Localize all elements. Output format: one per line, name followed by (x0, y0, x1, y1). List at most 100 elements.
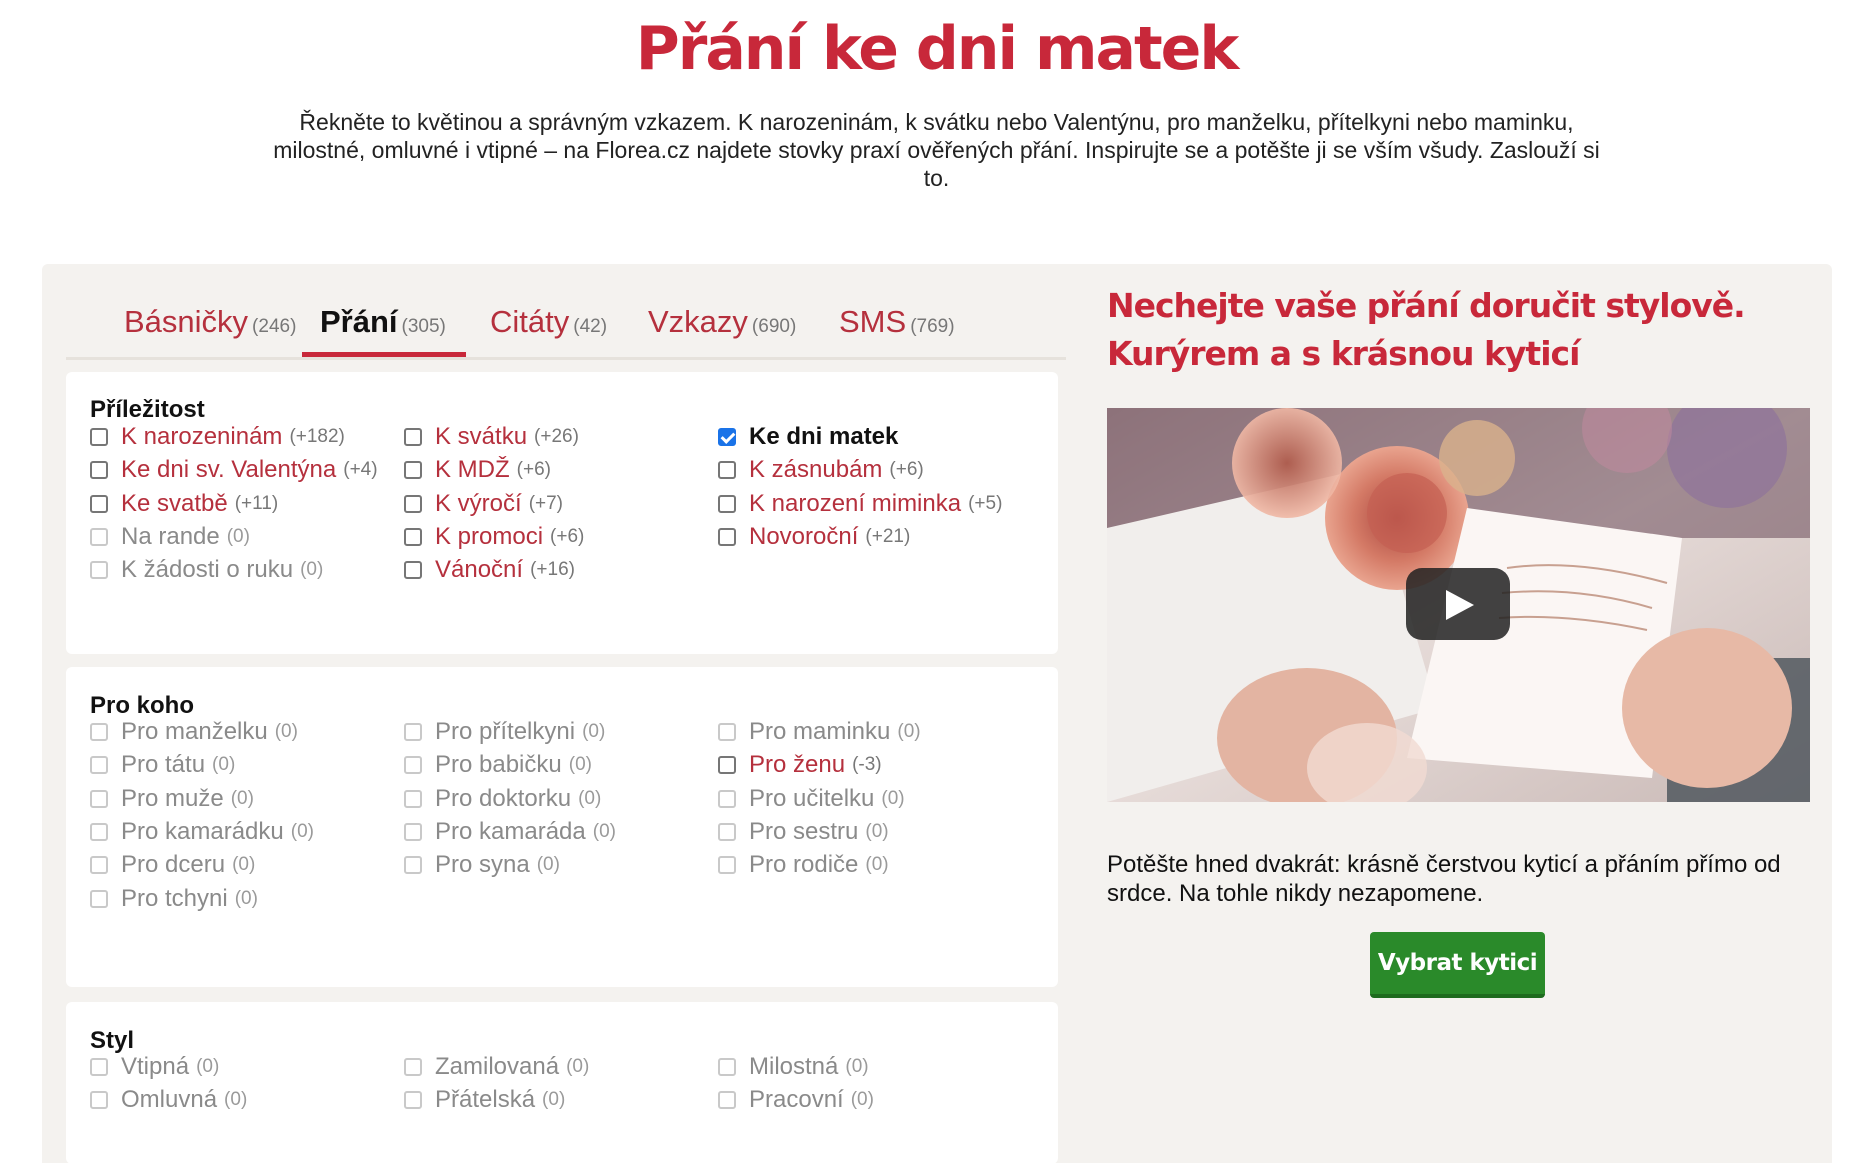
filter-option-label: K výročí (435, 489, 522, 517)
tab-basnicky[interactable]: Básničky (246) (124, 304, 296, 360)
filter-option-recipient: Pro přítelkyni (0) (404, 717, 605, 747)
filter-option-recipient: Pro kamaráda (0) (404, 817, 616, 847)
filter-option-label: Pro babičku (435, 751, 562, 779)
filter-option-occasion[interactable]: Ke dni sv. Valentýna (+4) (90, 455, 378, 485)
video-player[interactable] (1107, 408, 1810, 802)
checkbox[interactable] (718, 494, 736, 513)
filter-option-label: Pro učitelku (749, 784, 875, 812)
filter-option-occasion[interactable]: Ke svatbě (+11) (90, 489, 278, 519)
filter-option-label: Pro syna (435, 851, 530, 879)
filter-option-count: (-3) (852, 754, 882, 776)
checkbox[interactable] (404, 527, 422, 546)
checkbox (90, 527, 108, 546)
tab-label: Básničky (124, 304, 249, 339)
filter-option-occasion[interactable]: K svátku (+26) (404, 422, 579, 452)
checkbox[interactable] (90, 428, 108, 446)
filter-option-style: Zamilovaná (0) (404, 1052, 589, 1082)
filter-option-recipient: Pro doktorku (0) (404, 784, 601, 814)
checkbox[interactable] (718, 527, 736, 546)
filter-title-recipient: Pro koho (90, 692, 195, 719)
filter-option-label: Vtipná (121, 1053, 190, 1080)
tab-count: (42) (573, 316, 608, 337)
filter-option-label: K svátku (435, 423, 528, 450)
choose-bouquet-button[interactable]: Vybrat kytici (1370, 932, 1545, 998)
filter-option-count: (+6) (889, 459, 924, 481)
checkbox (90, 723, 108, 741)
filter-option-occasion: Na rande (0) (90, 522, 250, 552)
checkbox (718, 1091, 736, 1109)
checkbox[interactable] (404, 428, 422, 446)
filter-option-label: Pro maminku (749, 718, 891, 745)
checkbox[interactable] (404, 561, 422, 580)
filter-option-occasion[interactable]: Vánoční (+16) (404, 555, 575, 585)
checkbox[interactable] (404, 494, 422, 513)
checkbox[interactable] (404, 461, 422, 480)
filter-option-occasion[interactable]: Novoroční (+21) (718, 522, 910, 552)
tab-vzkazy[interactable]: Vzkazy (690) (648, 304, 796, 360)
filter-option-occasion[interactable]: K výročí (+7) (404, 489, 563, 519)
checkbox (404, 856, 422, 875)
filter-option-count: (0) (845, 1056, 869, 1077)
filter-option-count: (+7) (528, 492, 564, 514)
filter-option-label: Pro kamaráda (435, 817, 586, 845)
category-tabs: Básničky (246) Přání (305) Citáty (42) Vzka… (66, 264, 1066, 360)
filter-option-count: (0) (578, 787, 602, 809)
filter-option-recipient: Pro kamarádku (0) (90, 817, 314, 847)
filter-option-label: Pro kamarádku (121, 817, 284, 845)
checkbox (90, 1058, 108, 1076)
filter-option-count: (0) (592, 820, 616, 842)
filter-option-count: (0) (212, 754, 236, 776)
filter-option-occasion[interactable]: K promoci (+6) (404, 522, 584, 552)
filter-option-occasion[interactable]: Ke dni matek (718, 422, 898, 452)
checkbox[interactable] (718, 756, 736, 775)
checkbox (718, 822, 736, 841)
filter-option-count: (0) (230, 787, 254, 809)
filter-title-occasion: Příležitost (90, 396, 205, 423)
checkbox (404, 1091, 422, 1109)
filter-option-occasion[interactable]: K MDŽ (+6) (404, 455, 551, 485)
tab-sms[interactable]: SMS (769) (839, 304, 955, 360)
tab-label: Přání (320, 304, 398, 339)
filter-option-label: Pro doktorku (435, 784, 572, 812)
filter-option-recipient: Pro manželku (0) (90, 717, 298, 747)
checkbox[interactable] (718, 461, 736, 480)
filter-option-count: (0) (582, 721, 606, 742)
checkbox (90, 1091, 108, 1109)
filter-option-count: (0) (566, 1056, 590, 1077)
filter-option-count: (+6) (516, 459, 551, 481)
filter-option-recipient: Pro babičku (0) (404, 750, 592, 780)
filter-title-style: Styl (90, 1027, 135, 1054)
tab-citaty[interactable]: Citáty (42) (490, 304, 607, 360)
filter-option-recipient: Pro dceru (0) (90, 850, 255, 880)
filter-option-count: (0) (226, 525, 250, 547)
filter-option-count: (0) (290, 820, 314, 842)
filter-option-occasion: K žádosti o ruku (0) (90, 555, 323, 585)
filter-option-count: (0) (568, 754, 592, 776)
filter-option-label: Pro tchyni (121, 884, 228, 912)
filter-option-count: (0) (897, 721, 921, 742)
filter-option-label: Na rande (121, 522, 220, 550)
filter-option-recipient: Pro učitelku (0) (718, 784, 905, 814)
checkbox (718, 856, 736, 875)
filter-option-count: (+16) (530, 559, 575, 581)
checkbox[interactable] (90, 461, 108, 480)
filter-option-occasion[interactable]: K zásnubám (+6) (718, 455, 924, 485)
filter-option-label: Ke svatbě (121, 489, 228, 517)
checkbox[interactable] (718, 428, 736, 446)
filter-option-style: Pracovní (0) (718, 1085, 874, 1115)
checkbox (404, 822, 422, 841)
filter-option-recipient[interactable]: Pro ženu (-3) (718, 750, 882, 780)
filter-option-count: (+4) (343, 459, 378, 481)
tab-count: (305) (401, 316, 446, 337)
filter-option-label: Pro rodiče (749, 851, 859, 879)
filter-option-label: Ke dni matek (749, 423, 899, 450)
tab-count: (690) (751, 316, 797, 337)
checkbox (90, 561, 108, 580)
checkbox[interactable] (90, 494, 108, 513)
filter-option-occasion[interactable]: K narození miminka (+5) (718, 489, 1002, 519)
checkbox (90, 889, 108, 908)
filter-option-label: K narozeninám (121, 423, 283, 450)
filter-option-occasion[interactable]: K narozeninám (+182) (90, 422, 345, 452)
play-icon[interactable] (1406, 568, 1510, 640)
checkbox (90, 856, 108, 875)
